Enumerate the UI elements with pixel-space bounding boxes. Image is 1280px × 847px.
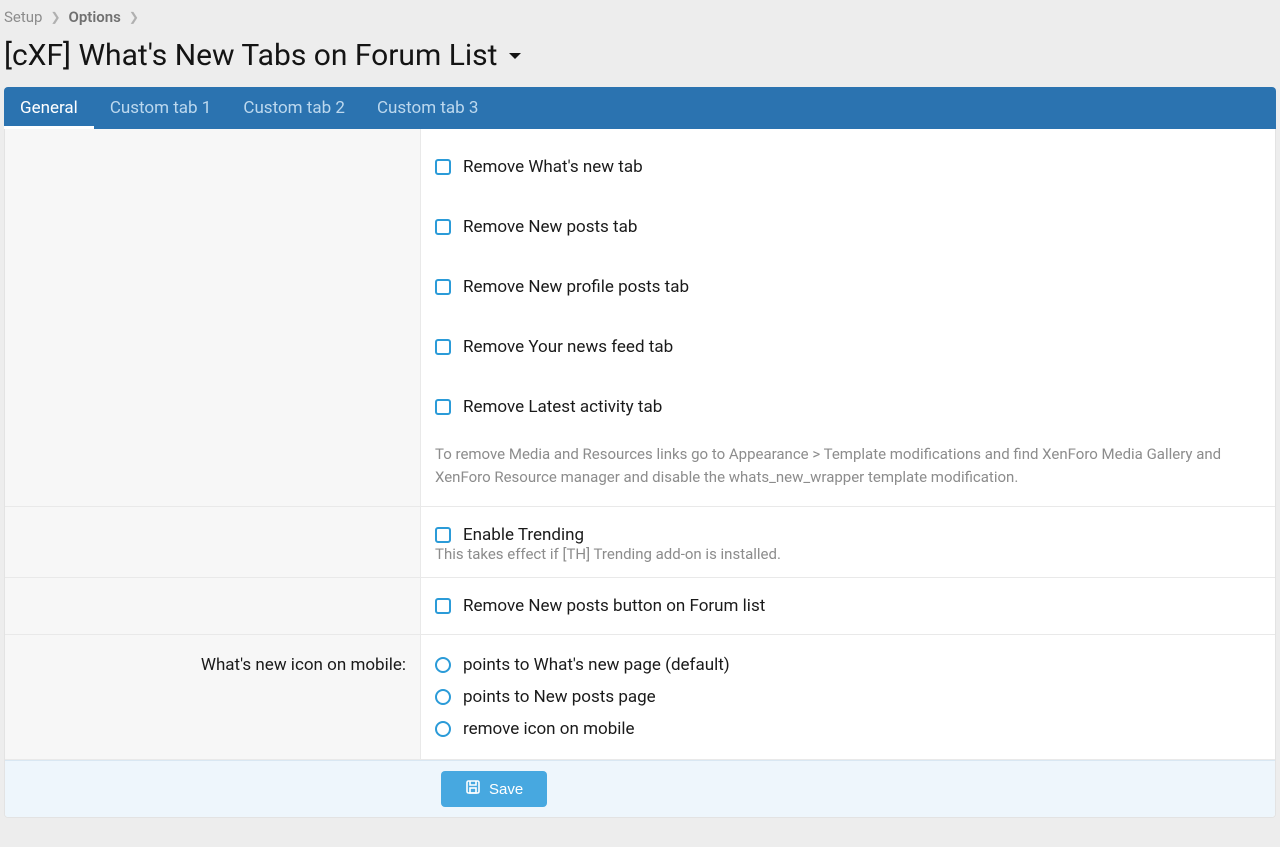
checkbox-remove-new-posts-button[interactable]: [435, 598, 451, 614]
label-enable-trending: Enable Trending: [463, 525, 584, 545]
left-col-empty: [5, 578, 421, 634]
checkbox-remove-whats-new[interactable]: [435, 159, 451, 175]
row-remove-tabs: Remove What's new tab Remove New posts t…: [5, 129, 1275, 507]
option-remove-whats-new: Remove What's new tab: [421, 137, 1275, 197]
radio-option-new-posts: points to New posts page: [435, 681, 1261, 713]
radio-label-remove: remove icon on mobile: [463, 719, 635, 739]
tab-custom-3[interactable]: Custom tab 3: [361, 87, 495, 129]
option-remove-new-posts-button: Remove New posts button on Forum list: [421, 578, 1275, 634]
checkbox-remove-news-feed[interactable]: [435, 339, 451, 355]
label-remove-whats-new: Remove What's new tab: [463, 157, 643, 177]
label-remove-new-profile: Remove New profile posts tab: [463, 277, 689, 297]
save-button[interactable]: Save: [441, 771, 547, 807]
page-root: Setup ❯ Options ❯ [cXF] What's New Tabs …: [0, 0, 1280, 818]
right-col-remove-tabs: Remove What's new tab Remove New posts t…: [421, 129, 1275, 506]
radio-option-default: points to What's new page (default): [435, 649, 1261, 681]
option-remove-latest-activity: Remove Latest activity tab: [421, 377, 1275, 437]
page-title: [cXF] What's New Tabs on Forum List: [4, 38, 497, 73]
option-remove-new-posts: Remove New posts tab: [421, 197, 1275, 257]
label-remove-new-posts: Remove New posts tab: [463, 217, 637, 237]
chevron-right-icon: ❯: [129, 10, 139, 24]
radio-whats-new-default[interactable]: [435, 657, 451, 673]
right-col-trending: Enable Trending This takes effect if [TH…: [421, 507, 1275, 577]
radio-label-new-posts: points to New posts page: [463, 687, 656, 707]
tab-custom-2[interactable]: Custom tab 2: [227, 87, 361, 129]
radio-label-default: points to What's new page (default): [463, 655, 730, 675]
tabs-bar: General Custom tab 1 Custom tab 2 Custom…: [4, 87, 1276, 129]
row-enable-trending: Enable Trending This takes effect if [TH…: [5, 507, 1275, 578]
breadcrumb-options[interactable]: Options: [69, 8, 121, 26]
page-title-row: [cXF] What's New Tabs on Forum List: [4, 30, 1276, 87]
options-panel: Remove What's new tab Remove New posts t…: [4, 129, 1276, 818]
row-mobile-icon: What's new icon on mobile: points to Wha…: [5, 635, 1275, 760]
checkbox-remove-latest-activity[interactable]: [435, 399, 451, 415]
chevron-right-icon: ❯: [50, 10, 60, 24]
save-button-label: Save: [489, 781, 523, 798]
radio-option-remove: remove icon on mobile: [435, 713, 1261, 745]
save-icon: [465, 779, 481, 799]
footer-bar: Save: [5, 760, 1275, 817]
checkbox-remove-new-posts[interactable]: [435, 219, 451, 235]
left-col-empty: [5, 507, 421, 577]
breadcrumb: Setup ❯ Options ❯: [4, 4, 1276, 30]
option-remove-new-profile: Remove New profile posts tab: [421, 257, 1275, 317]
breadcrumb-setup[interactable]: Setup: [4, 8, 42, 26]
left-col-empty: [5, 129, 421, 506]
label-remove-latest-activity: Remove Latest activity tab: [463, 397, 662, 417]
checkbox-remove-new-profile[interactable]: [435, 279, 451, 295]
row-remove-new-posts-button: Remove New posts button on Forum list: [5, 578, 1275, 635]
option-remove-news-feed: Remove Your news feed tab: [421, 317, 1275, 377]
label-remove-new-posts-button: Remove New posts button on Forum list: [463, 596, 765, 616]
right-col-remove-button: Remove New posts button on Forum list: [421, 578, 1275, 634]
hint-trending: This takes effect if [TH] Trending add-o…: [421, 541, 1275, 577]
checkbox-enable-trending[interactable]: [435, 527, 451, 543]
label-mobile-icon: What's new icon on mobile:: [5, 635, 421, 759]
radio-remove-icon[interactable]: [435, 721, 451, 737]
tab-custom-1[interactable]: Custom tab 1: [94, 87, 228, 129]
label-remove-news-feed: Remove Your news feed tab: [463, 337, 673, 357]
hint-media-resources: To remove Media and Resources links go t…: [421, 437, 1275, 506]
tab-general[interactable]: General: [4, 87, 94, 129]
right-col-mobile-icon: points to What's new page (default) poin…: [421, 635, 1275, 759]
radio-new-posts[interactable]: [435, 689, 451, 705]
caret-down-icon[interactable]: [507, 48, 523, 64]
